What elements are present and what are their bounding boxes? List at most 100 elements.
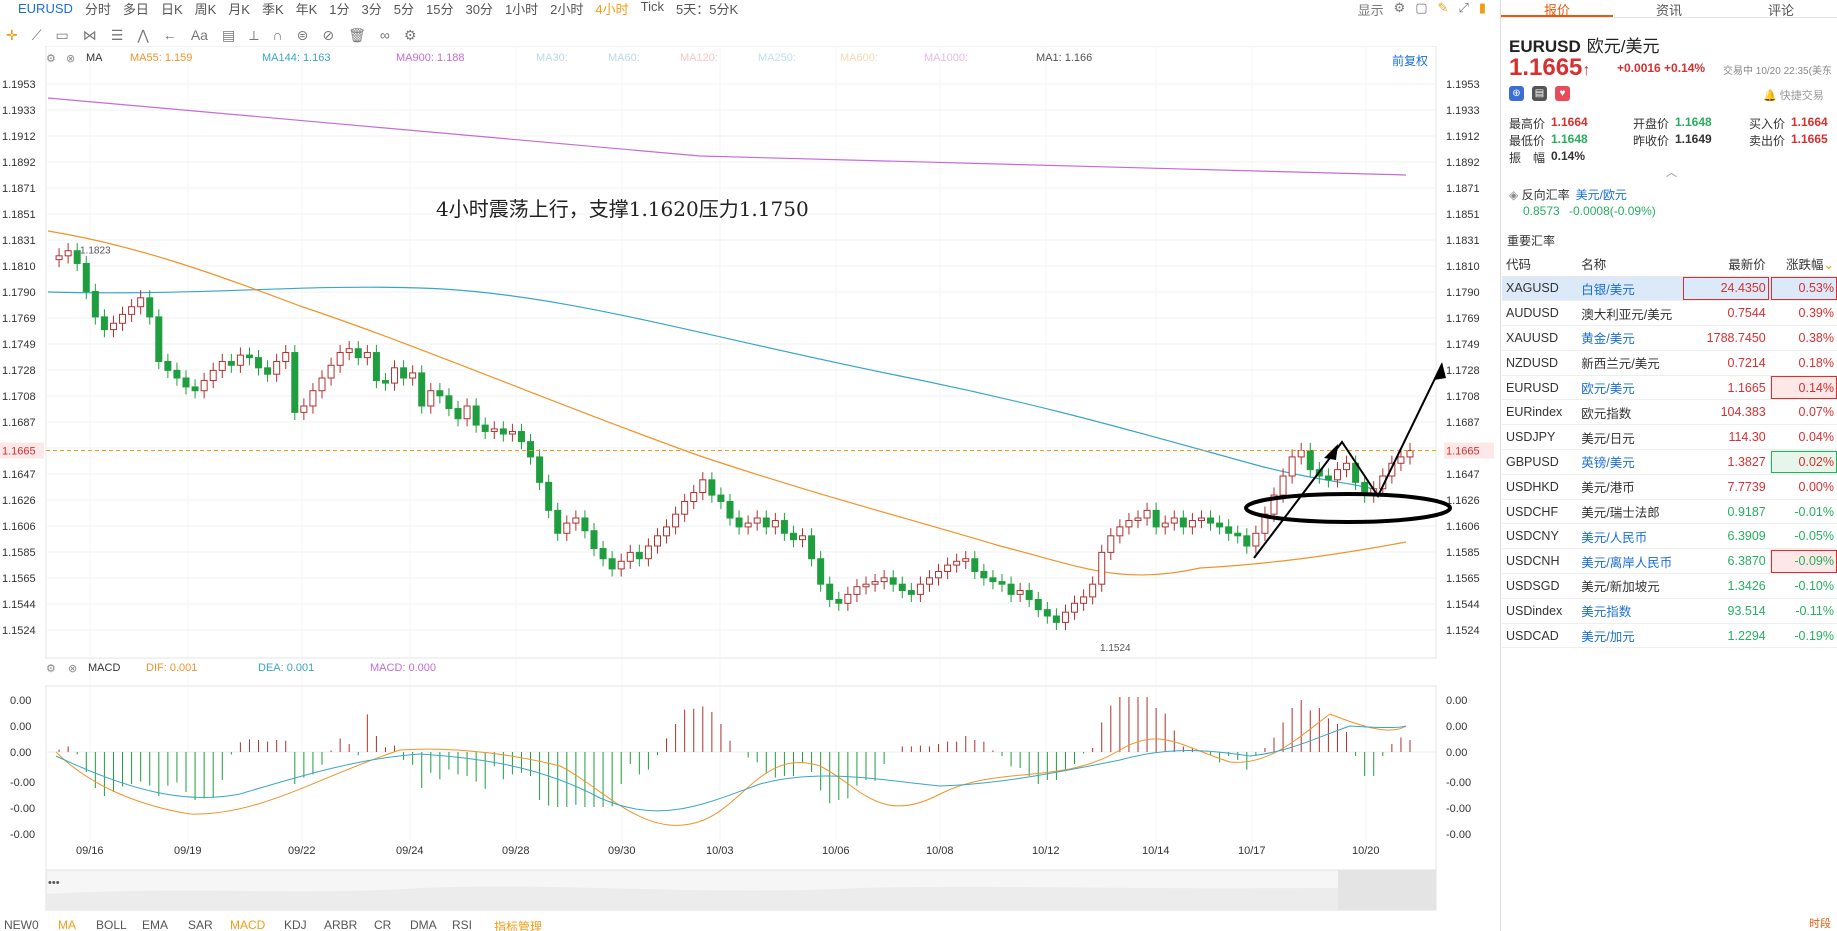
fib-tool-icon[interactable]: ☰ (111, 27, 124, 44)
timeframe-3[interactable]: 周K (195, 0, 217, 18)
panel-tab-1[interactable]: 资讯 (1613, 0, 1725, 18)
pencil-icon[interactable]: ✎ (1438, 0, 1449, 19)
fork-tool-icon[interactable]: ⋈ (83, 27, 97, 44)
rate-price: 0.7214 (1681, 350, 1770, 376)
table-row[interactable]: AUDUSD 澳大利亚元/美元 0.7544 0.39% (1502, 300, 1837, 327)
chevron-up-icon[interactable]: ︿ (1666, 164, 1677, 180)
adjust-button[interactable]: 前复权 (1392, 52, 1428, 69)
header-pct-label: 涨跌幅 (1786, 258, 1824, 273)
session-link[interactable]: 时段 (1809, 915, 1831, 931)
fullscreen-icon[interactable]: ⤢ (1458, 0, 1468, 19)
lock-icon[interactable]: ⊜ (297, 27, 309, 44)
indicator-7[interactable]: ARBR (324, 918, 357, 931)
news-icon[interactable]: ▤ (1532, 86, 1547, 101)
collapse-icon[interactable]: ▮ (1479, 0, 1486, 19)
chart-annotation[interactable]: 4小时震荡上行，支撑1.1620压力1.1750 (436, 193, 809, 222)
crosshair-icon[interactable]: ✛ (6, 27, 18, 44)
reverse-rate: ◈ 反向汇率 美元/欧元 (1509, 186, 1627, 203)
candle-body (173, 369, 181, 379)
table-row[interactable]: USDCHF 美元/瑞士法郎 0.9187 -0.01% (1502, 499, 1837, 525)
arrow-tool-icon[interactable]: ← (163, 27, 177, 43)
macd-settings-icon[interactable]: ⚙ (46, 662, 56, 675)
display-menu[interactable]: 显示 (1358, 0, 1384, 19)
macd-close-icon[interactable]: ⊗ (68, 662, 77, 675)
quick-trade-button[interactable]: 🔔 快捷交易 (1763, 87, 1824, 103)
reverse-pair-link[interactable]: 美元/欧元 (1576, 188, 1627, 202)
timeframe-10[interactable]: 15分 (426, 0, 453, 18)
header-code[interactable]: 代码 (1502, 252, 1578, 277)
indicator-4[interactable]: SAR (188, 918, 213, 931)
timeframe-11[interactable]: 30分 (465, 0, 492, 18)
macd-label[interactable]: MACD (88, 662, 120, 674)
indicator-9[interactable]: DMA (410, 918, 437, 931)
timeframe-8[interactable]: 3分 (362, 0, 382, 18)
favorite-icon[interactable]: ♥ (1555, 86, 1570, 101)
table-row[interactable]: USDCNH 美元/离岸人民币 6.3870 -0.09% (1502, 548, 1837, 575)
quote-panel: 报价 资讯 评论 EURUSD 欧元/美元 1.1665↑ +0.0016 +0.14… (1500, 0, 1837, 931)
window-icon[interactable]: ▢ (1415, 0, 1427, 19)
symbol-label[interactable]: EURUSD (18, 1, 73, 16)
table-row[interactable]: USDHKD 美元/港币 7.7739 0.00% (1502, 474, 1837, 500)
panel-tab-0[interactable]: 报价 (1501, 0, 1613, 18)
ma-close-icon[interactable]: ⊗ (66, 52, 75, 65)
timeframe-15[interactable]: Tick (641, 0, 664, 18)
timeframe-1[interactable]: 多日 (123, 0, 149, 18)
table-row[interactable]: USDindex 美元指数 93.514 -0.11% (1502, 598, 1837, 624)
timeframe-13[interactable]: 2小时 (550, 0, 583, 18)
prev-close-value: 1.1649 (1675, 132, 1712, 146)
price-tick-left: 1.1790 (2, 287, 36, 299)
comment-tool-icon[interactable]: ▤ (222, 27, 235, 44)
timeframe-2[interactable]: 日K (161, 0, 183, 18)
shape-tool-icon[interactable]: ▭ (56, 27, 69, 44)
ma-settings-icon[interactable]: ⚙ (46, 52, 56, 65)
ma-label[interactable]: MA (86, 52, 103, 64)
timeframe-12[interactable]: 1小时 (505, 0, 538, 18)
indicator-3[interactable]: EMA (142, 918, 168, 931)
timeframe-6[interactable]: 年K (296, 0, 318, 18)
table-row[interactable]: USDCNY 美元/人民币 6.3909 -0.05% (1502, 523, 1837, 550)
indicator-5[interactable]: MACD (230, 918, 265, 931)
globe-icon[interactable]: ⊕ (1509, 86, 1524, 101)
ruler-icon[interactable]: ⟂ (249, 27, 258, 44)
timeframe-7[interactable]: 1分 (329, 0, 349, 18)
timeframe-0[interactable]: 分时 (85, 0, 111, 18)
table-row[interactable]: NZDUSD 新西兰元/美元 0.7214 0.18% (1502, 350, 1837, 376)
price-chart[interactable]: 1.1953 1.1953 1.1933 1.1933 1.1912 1.1912 1.18… (0, 46, 1498, 916)
link-icon[interactable]: ∞ (380, 27, 390, 43)
indicator-1[interactable]: MA (58, 918, 76, 931)
table-row[interactable]: GBPUSD 英镑/美元 1.3827 0.02% (1502, 449, 1837, 475)
chart-area[interactable]: 1.1953 1.1953 1.1933 1.1933 1.1912 1.1912 1.18… (0, 46, 1498, 916)
timeframe-16[interactable]: 5天：5分K (676, 0, 738, 18)
header-price[interactable]: 最新价 (1681, 252, 1770, 277)
magnet-icon[interactable]: ∩ (273, 27, 283, 43)
indicator-10[interactable]: RSI (452, 918, 472, 931)
text-tool-icon[interactable]: Aa (191, 27, 208, 43)
header-pct[interactable]: 涨跌幅⌄ (1769, 252, 1837, 277)
delete-icon[interactable]: 🗑 (348, 27, 366, 44)
indicator-0[interactable]: NEW0 (4, 918, 39, 931)
indicator-6[interactable]: KDJ (284, 918, 307, 931)
ma-item-3: MA30: (536, 52, 568, 64)
header-name[interactable]: 名称 (1577, 252, 1682, 277)
timeframe-5[interactable]: 季K (262, 0, 284, 18)
table-row[interactable]: XAGUSD 白银/美元 24.4350 0.53% (1502, 276, 1837, 302)
settings-icon[interactable]: ⚙ (1394, 0, 1406, 19)
pattern-tool-icon[interactable]: ⋀ (137, 27, 148, 44)
table-row[interactable]: USDSGD 美元/新加坡元 1.3426 -0.10% (1502, 573, 1837, 599)
candle-body (1179, 517, 1187, 528)
table-row[interactable]: USDCAD 美元/加元 1.2294 -0.19% (1502, 623, 1837, 649)
panel-tab-2[interactable]: 评论 (1725, 0, 1837, 18)
table-row[interactable]: EURindex 欧元指数 104.383 0.07% (1502, 399, 1837, 426)
table-row[interactable]: USDJPY 美元/日元 114.30 0.04% (1502, 424, 1837, 451)
table-row[interactable]: EURUSD 欧元/美元 1.1665 0.14% (1502, 375, 1837, 401)
indicator-2[interactable]: BOLL (96, 918, 127, 931)
table-row[interactable]: XAUUSD 黄金/美元 1788.7450 0.38% (1502, 325, 1837, 351)
hide-icon[interactable]: ⊘ (322, 27, 334, 44)
timeframe-14[interactable]: 4小时 (595, 0, 628, 18)
indicator-8[interactable]: CR (374, 918, 391, 931)
line-tool-icon[interactable]: ⟋ (32, 27, 42, 44)
indicator-11[interactable]: 指标管理 (494, 918, 542, 931)
timeframe-9[interactable]: 5分 (394, 0, 414, 18)
timeframe-4[interactable]: 月K (228, 0, 250, 18)
gear-icon[interactable]: ⚙ (404, 27, 417, 44)
